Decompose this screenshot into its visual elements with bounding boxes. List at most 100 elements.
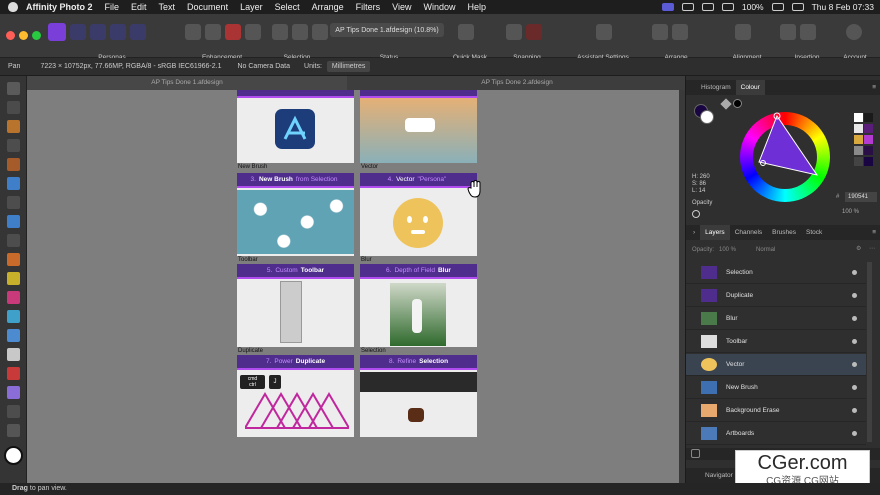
menu-file[interactable]: File — [105, 2, 120, 12]
export-persona-icon[interactable] — [130, 24, 146, 40]
swatch-black[interactable] — [864, 113, 873, 122]
marquee-tool-icon[interactable] — [7, 196, 20, 209]
snapping-toggle-icon[interactable] — [506, 24, 522, 40]
insert-behind-icon[interactable] — [800, 24, 816, 40]
selection-subtract-icon[interactable] — [312, 24, 328, 40]
add-layer-icon[interactable] — [691, 449, 700, 458]
menu-layer[interactable]: Layer — [240, 2, 263, 12]
layer-row[interactable]: Background Erase — [686, 400, 866, 422]
shape-tool-icon[interactable] — [7, 405, 20, 418]
assistant-icon[interactable] — [596, 24, 612, 40]
menu-window[interactable]: Window — [424, 2, 456, 12]
more-tools-icon[interactable] — [7, 424, 20, 437]
tab-doc-1[interactable]: AP Tips Done 1.afdesign — [27, 76, 347, 90]
auto-contrast-icon[interactable] — [205, 24, 221, 40]
swatch-light-grey[interactable] — [854, 124, 863, 133]
colour-triangle[interactable] — [740, 112, 830, 202]
artboard-brush-from-selection[interactable]: 3. New Brush from Selection Toolbar — [237, 173, 354, 263]
no-colour-icon[interactable] — [692, 210, 700, 218]
canvas[interactable]: New Brush Vector 3. New Brush from Selecti… — [27, 90, 679, 483]
paint-brush-icon[interactable] — [7, 158, 20, 171]
swatch-navy[interactable] — [864, 157, 873, 166]
auto-levels-icon[interactable] — [185, 24, 201, 40]
snapping-magnet-icon[interactable] — [526, 24, 542, 40]
menu-filters[interactable]: Filters — [356, 2, 381, 12]
artboard-vector[interactable]: Vector — [360, 90, 477, 170]
layer-opacity-value[interactable]: 100 % — [719, 247, 736, 253]
menu-view[interactable]: View — [392, 2, 411, 12]
menu-edit[interactable]: Edit — [131, 2, 147, 12]
brush-tool-icon[interactable] — [7, 120, 20, 133]
tab-channels[interactable]: Channels — [730, 225, 767, 240]
zoom-window-button[interactable] — [32, 31, 41, 40]
artboard-refine-selection[interactable]: 8. Refine Selection — [360, 355, 477, 437]
screen-record-icon[interactable] — [661, 3, 674, 11]
tab-histogram[interactable]: Histogram — [696, 80, 736, 95]
flood-select-icon[interactable] — [7, 215, 20, 228]
secondary-colour-well[interactable] — [700, 110, 714, 124]
swatch-violet[interactable] — [864, 135, 873, 144]
menu-arrange[interactable]: Arrange — [312, 2, 344, 12]
app-menu[interactable]: Affinity Photo 2 — [26, 2, 93, 12]
swatch-white[interactable] — [854, 113, 863, 122]
layer-settings-icon[interactable]: ⚙ — [856, 245, 861, 252]
menu-text[interactable]: Text — [159, 2, 176, 12]
layer-row[interactable]: Vector — [686, 354, 866, 376]
arrange-forward-icon[interactable] — [672, 24, 688, 40]
black-swatch[interactable] — [733, 99, 742, 108]
account-icon[interactable] — [846, 24, 862, 40]
artboard-vector-persona[interactable]: 4. Vector "Persona" Blur — [360, 173, 477, 263]
insert-inside-icon[interactable] — [780, 24, 796, 40]
layer-row[interactable]: Artboards — [686, 423, 866, 445]
panel-menu-icon[interactable]: ≡ — [872, 80, 876, 95]
camera-icon[interactable] — [681, 3, 694, 11]
layer-row[interactable]: New Brush — [686, 377, 866, 399]
clock[interactable]: Thu 8 Feb 07:33 — [812, 2, 874, 12]
close-window-button[interactable] — [6, 31, 15, 40]
artboard-new-brush[interactable]: New Brush — [237, 90, 354, 170]
pen-tool-icon[interactable] — [7, 386, 20, 399]
move-tool-icon[interactable] — [7, 101, 20, 114]
auto-white-balance-icon[interactable] — [245, 24, 261, 40]
selection-add-icon[interactable] — [292, 24, 308, 40]
photo-persona-icon[interactable] — [48, 23, 66, 41]
minimize-window-button[interactable] — [19, 31, 28, 40]
layers-menu-icon[interactable]: ≡ — [872, 225, 876, 240]
colour-wheel[interactable] — [740, 112, 830, 202]
eyedropper-icon[interactable] — [720, 98, 732, 110]
display-icon[interactable] — [701, 3, 714, 11]
layer-row[interactable]: Blur — [686, 308, 866, 330]
colour-well-icon[interactable] — [4, 446, 23, 465]
quick-mask-icon[interactable] — [458, 24, 474, 40]
swatch-dark-grey[interactable] — [854, 157, 863, 166]
layer-lock-icon[interactable]: ⋯ — [869, 245, 875, 252]
healing-tool-icon[interactable] — [7, 367, 20, 380]
tab-layers[interactable]: Layers — [700, 225, 730, 240]
erase-tool-icon[interactable] — [7, 291, 20, 304]
layers-scrollbar[interactable] — [867, 262, 872, 442]
swatch-dark-purple[interactable] — [864, 146, 873, 155]
auto-colour-icon[interactable] — [225, 24, 241, 40]
zoom-tool-icon[interactable] — [7, 310, 20, 323]
menu-document[interactable]: Document — [187, 2, 228, 12]
tab-expand-icon[interactable]: › — [688, 225, 700, 240]
hex-input[interactable]: 190541 — [845, 192, 877, 202]
swatch-purple[interactable] — [864, 124, 873, 133]
layer-row[interactable]: Toolbar — [686, 331, 866, 353]
paint-mixer-icon[interactable] — [7, 253, 20, 266]
colour-picker-icon[interactable] — [7, 139, 20, 152]
tab-colour[interactable]: Colour — [735, 80, 765, 95]
layer-row[interactable]: Selection — [686, 262, 866, 284]
blend-mode-select[interactable]: Normal — [756, 247, 775, 253]
develop-persona-icon[interactable] — [90, 24, 106, 40]
arrange-back-icon[interactable] — [652, 24, 668, 40]
tab-navigator[interactable]: Navigator — [700, 468, 738, 483]
tab-stock[interactable]: Stock — [801, 225, 827, 240]
clone-tool-icon[interactable] — [7, 272, 20, 285]
swatch-grey[interactable] — [854, 146, 863, 155]
artboard-depth-of-field[interactable]: 6. Depth of Field Blur Selection — [360, 264, 477, 354]
align-icon[interactable] — [735, 24, 751, 40]
selection-mode-icon[interactable] — [272, 24, 288, 40]
menu-help[interactable]: Help — [468, 2, 487, 12]
blur-tool-icon[interactable] — [7, 348, 20, 361]
